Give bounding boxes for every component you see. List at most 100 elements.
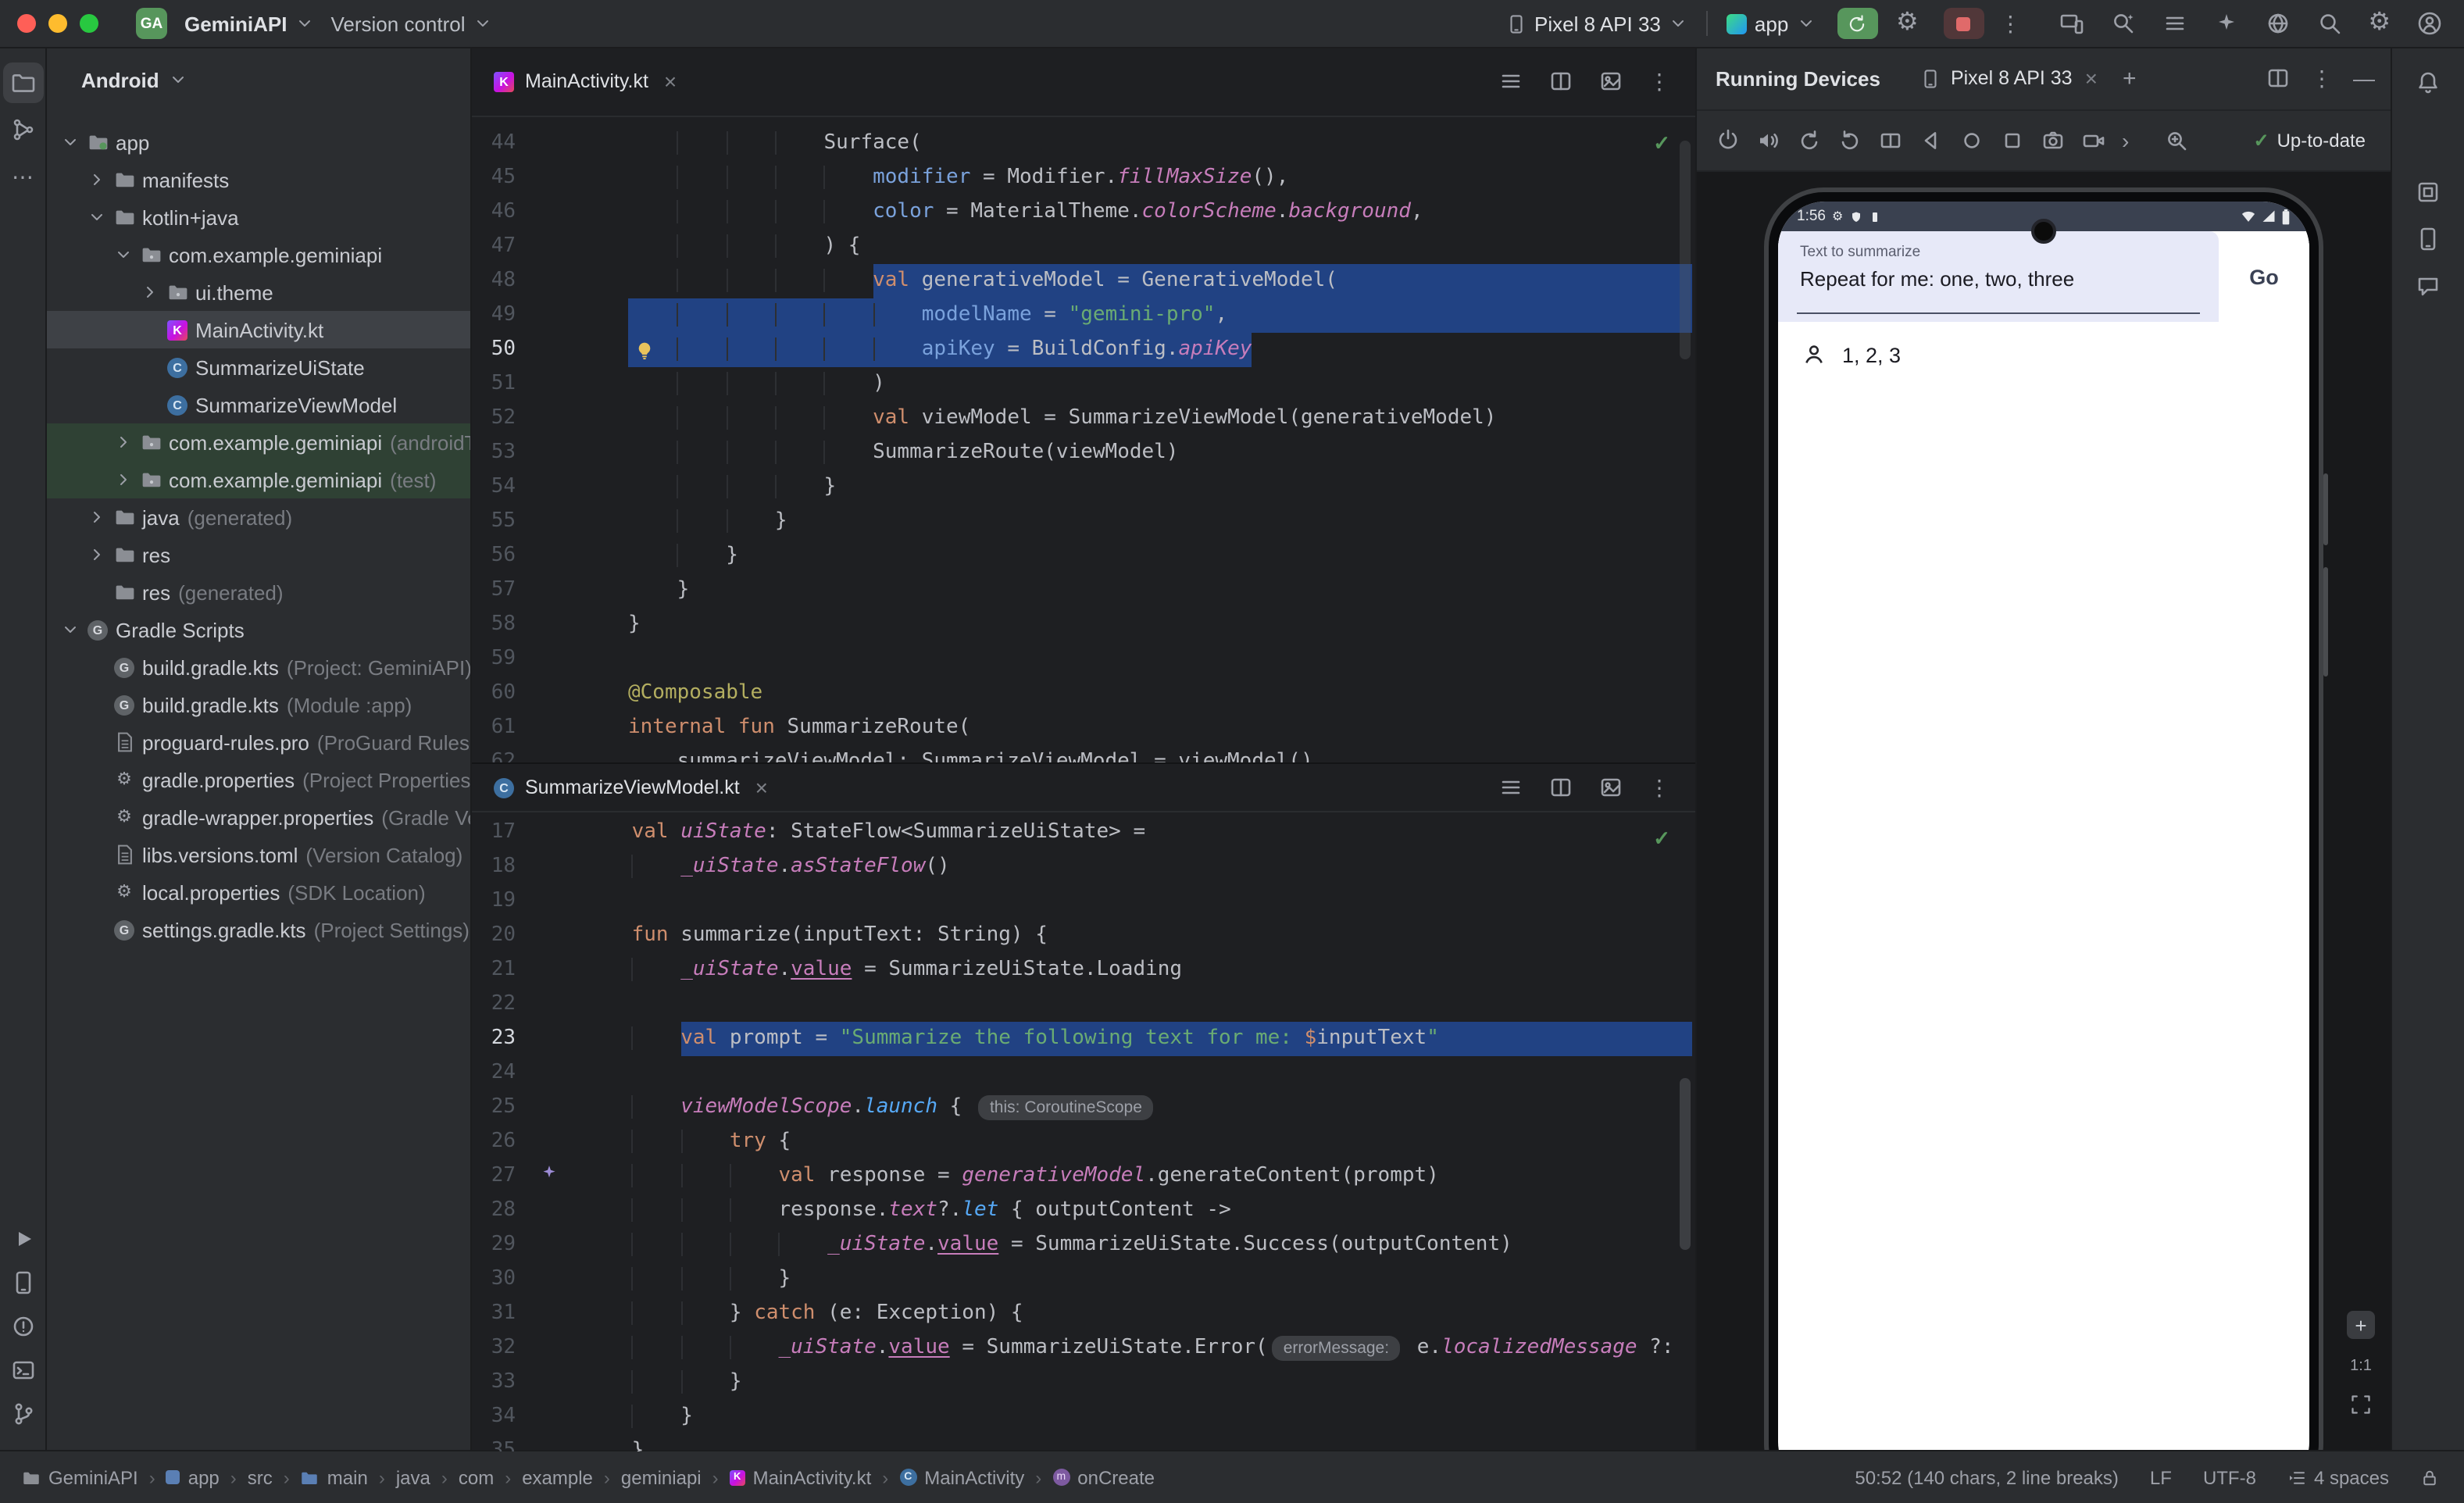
rotate-left-button[interactable] [1797,128,1822,153]
code-line-29[interactable]: 29 _uiState.value = SummarizeUiState.Suc… [472,1228,1695,1262]
split-panel-button[interactable] [2266,66,2291,91]
breadcrumb-oncreate[interactable]: monCreate [1052,1466,1155,1488]
breadcrumb-com[interactable]: com [459,1466,494,1488]
tree-item-ui-theme[interactable]: ui.theme [47,273,470,311]
tree-item-res[interactable]: res [47,536,470,573]
tree-item-gradle-properties-project-properties[interactable]: ⚙gradle.properties(Project Properties) [47,761,470,798]
line-number[interactable]: 32 [472,1331,541,1366]
line-number[interactable]: 28 [472,1194,541,1228]
tree-item-build-gradle-kts-module-app[interactable]: Gbuild.gradle.kts(Module :app) [47,686,470,723]
line-number[interactable]: 60 [472,677,541,711]
line-number[interactable]: 57 [472,573,541,608]
code-line-61[interactable]: 61internal fun SummarizeRoute( [472,711,1695,745]
line-number[interactable]: 47 [472,230,541,264]
search-button[interactable] [2316,11,2341,36]
rerun-app-button[interactable] [1837,8,1877,39]
device-mirror-button[interactable] [2059,11,2084,36]
breadcrumb-mainactivity-kt[interactable]: KMainActivity.kt [730,1466,872,1488]
indent-config[interactable]: 4 spaces [2287,1466,2389,1488]
list-view-button[interactable] [1498,69,1523,94]
zoom-mode-button[interactable] [2163,128,2188,153]
breadcrumb-geminiapi[interactable]: GeminiAPI [22,1466,138,1488]
go-button[interactable]: Go [2219,231,2309,322]
code-line-26[interactable]: 26 try { [472,1125,1695,1159]
line-number[interactable]: 53 [472,436,541,470]
line-number[interactable]: 20 [472,919,541,953]
line-number[interactable]: 31 [472,1297,541,1331]
tree-item-com-example-geminiapi[interactable]: com.example.geminiapi [47,236,470,273]
line-number[interactable]: 45 [472,161,541,195]
line-number[interactable]: 34 [472,1400,541,1434]
code-line-32[interactable]: 32 _uiState.value = SummarizeUiState.Err… [472,1331,1695,1366]
code-line-60[interactable]: 60@Composable [472,677,1695,711]
line-separator[interactable]: LF [2150,1466,2172,1488]
settings-button[interactable]: ⚙ [2368,9,2391,37]
split-editor-button[interactable] [1548,775,1573,800]
tree-item-res-generated[interactable]: res(generated) [47,573,470,611]
chevron-right-icon[interactable] [109,470,136,489]
zoom-in-button[interactable]: + [2347,1311,2375,1339]
tree-item-settings-gradle-kts-project-settings[interactable]: Gsettings.gradle.kts(Project Settings) [47,911,470,948]
tree-item-com-example-geminiapi-test[interactable]: com.example.geminiapi(test) [47,461,470,498]
breadcrumb-src[interactable]: src [248,1466,273,1488]
file-encoding[interactable]: UTF-8 [2203,1466,2256,1488]
code-line-53[interactable]: 53 SummarizeRoute(viewModel) [472,436,1695,470]
code-editor-view-model[interactable]: 17 val uiState: StateFlow<SummarizeUiSta… [472,812,1695,1451]
tree-item-com-example-geminiapi-androidtest[interactable]: com.example.geminiapi(androidTest) [47,423,470,461]
project-tool-button[interactable] [2,62,43,103]
line-number[interactable]: 55 [472,505,541,539]
code-line-52[interactable]: 52 val viewModel = SummarizeViewModel(ge… [472,402,1695,436]
intention-bulb-icon[interactable] [634,339,655,373]
panel-options-button[interactable]: ⋮ [2311,67,2333,89]
code-line-57[interactable]: 57 } [472,573,1695,608]
more-tool-windows-button[interactable]: ⋯ [2,156,43,197]
editor-options-button[interactable]: ⋮ [1648,70,1670,92]
line-number[interactable]: 21 [472,953,541,987]
line-number[interactable]: 27 [472,1159,541,1194]
notifications-button[interactable] [2408,62,2448,103]
app-insights-button[interactable] [2408,266,2448,306]
run-configuration-selector[interactable]: app [1727,12,1815,35]
list-view-button[interactable] [1498,775,1523,800]
version-control-menu[interactable]: Version control [331,12,492,35]
line-number[interactable]: 29 [472,1228,541,1262]
line-number[interactable]: 46 [472,195,541,230]
inspections-ok-icon[interactable]: ✓ [1653,826,1670,851]
code-line-33[interactable]: 33 } [472,1366,1695,1400]
line-number[interactable]: 26 [472,1125,541,1159]
maximize-window-button[interactable] [80,14,98,33]
preview-button[interactable] [1598,775,1623,800]
version-control-tool-button[interactable] [2,1394,43,1434]
code-line-24[interactable]: 24 [472,1056,1695,1091]
summarize-text-field[interactable]: Text to summarize Repeat for me: one, tw… [1778,231,2219,322]
minimize-window-button[interactable] [48,14,67,33]
stop-app-button[interactable] [1943,8,1984,39]
close-tab-icon[interactable]: × [2085,66,2098,91]
assistant-sparkle-button[interactable] [2213,11,2238,36]
breadcrumb-app[interactable]: app [166,1466,220,1488]
code-line-25[interactable]: 25 viewModelScope.launch { this: Corouti… [472,1091,1695,1125]
volume-button[interactable] [1756,128,1781,153]
editor-scrollbar[interactable] [1680,141,1691,359]
code-line-22[interactable]: 22 [472,987,1695,1022]
tree-item-libs-versions-toml-version-catalog[interactable]: libs.versions.toml(Version Catalog) [47,836,470,873]
code-line-21[interactable]: 21 _uiState.value = SummarizeUiState.Loa… [472,953,1695,987]
tree-item-manifests[interactable]: manifests [47,161,470,198]
device-selector[interactable]: Pixel 8 API 33 [1506,12,1687,35]
close-tab-icon[interactable]: × [664,69,677,94]
tab-summarize-view-model[interactable]: C SummarizeViewModel.kt × [472,764,784,811]
code-line-55[interactable]: 55 } [472,505,1695,539]
close-tab-icon[interactable]: × [755,775,768,800]
chevron-right-icon[interactable] [136,283,162,302]
line-number[interactable]: 59 [472,642,541,677]
breadcrumb-geminiapi[interactable]: geminiapi [621,1466,702,1488]
line-number[interactable]: 48 [472,264,541,298]
line-number[interactable]: 56 [472,539,541,573]
code-line-59[interactable]: 59 [472,642,1695,677]
hide-panel-button[interactable]: — [2353,67,2375,89]
overview-button[interactable] [2000,128,2025,153]
caret-position[interactable]: 50:52 (140 chars, 2 line breaks) [1855,1466,2119,1488]
code-line-47[interactable]: 47 ) { [472,230,1695,264]
fit-screen-button[interactable] [2350,1394,2372,1416]
ai-gutter-icon[interactable] [541,1159,561,1194]
